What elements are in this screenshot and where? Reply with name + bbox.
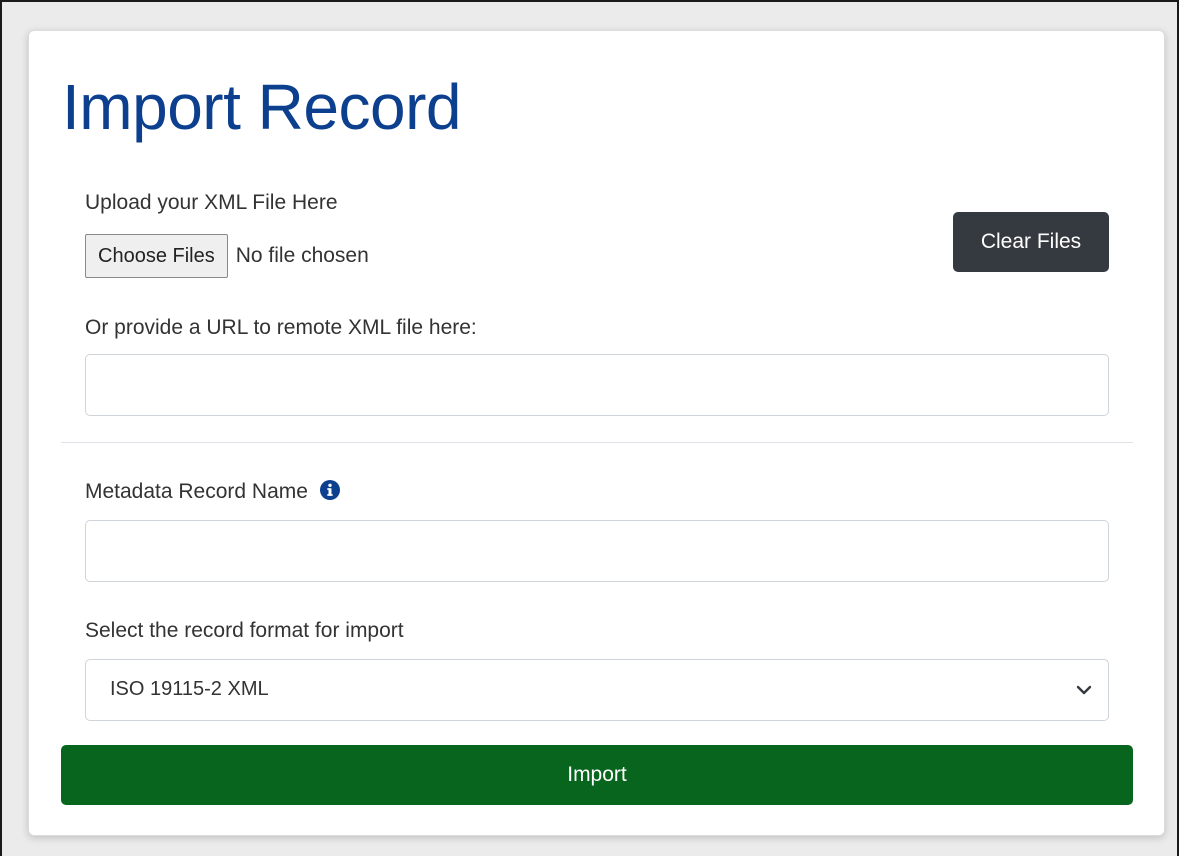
info-circle-icon[interactable] [319, 480, 340, 500]
page-title: Import Record [62, 71, 461, 143]
format-select[interactable]: ISO 19115-2 XML [85, 659, 1109, 721]
format-selected-value: ISO 19115-2 XML [110, 678, 269, 700]
import-card: Import Record Upload your XML File Here … [28, 30, 1165, 836]
window-frame: Import Record Upload your XML File Here … [0, 0, 1179, 856]
upload-label: Upload your XML File Here [85, 191, 338, 214]
url-input[interactable] [85, 354, 1109, 416]
url-label: Or provide a URL to remote XML file here… [85, 316, 477, 339]
section-divider [61, 442, 1133, 443]
choose-files-button[interactable]: Choose Files [85, 234, 228, 278]
clear-files-button[interactable]: Clear Files [953, 212, 1109, 272]
file-input[interactable]: Choose Files No file chosen [85, 234, 369, 278]
file-status-text: No file chosen [235, 244, 369, 267]
import-button[interactable]: Import [61, 745, 1133, 805]
record-name-label: Metadata Record Name [85, 480, 308, 503]
format-label: Select the record format for import [85, 619, 404, 642]
chevron-down-icon [1076, 685, 1092, 695]
record-name-input[interactable] [85, 520, 1109, 582]
record-name-label-row: Metadata Record Name [85, 479, 340, 505]
